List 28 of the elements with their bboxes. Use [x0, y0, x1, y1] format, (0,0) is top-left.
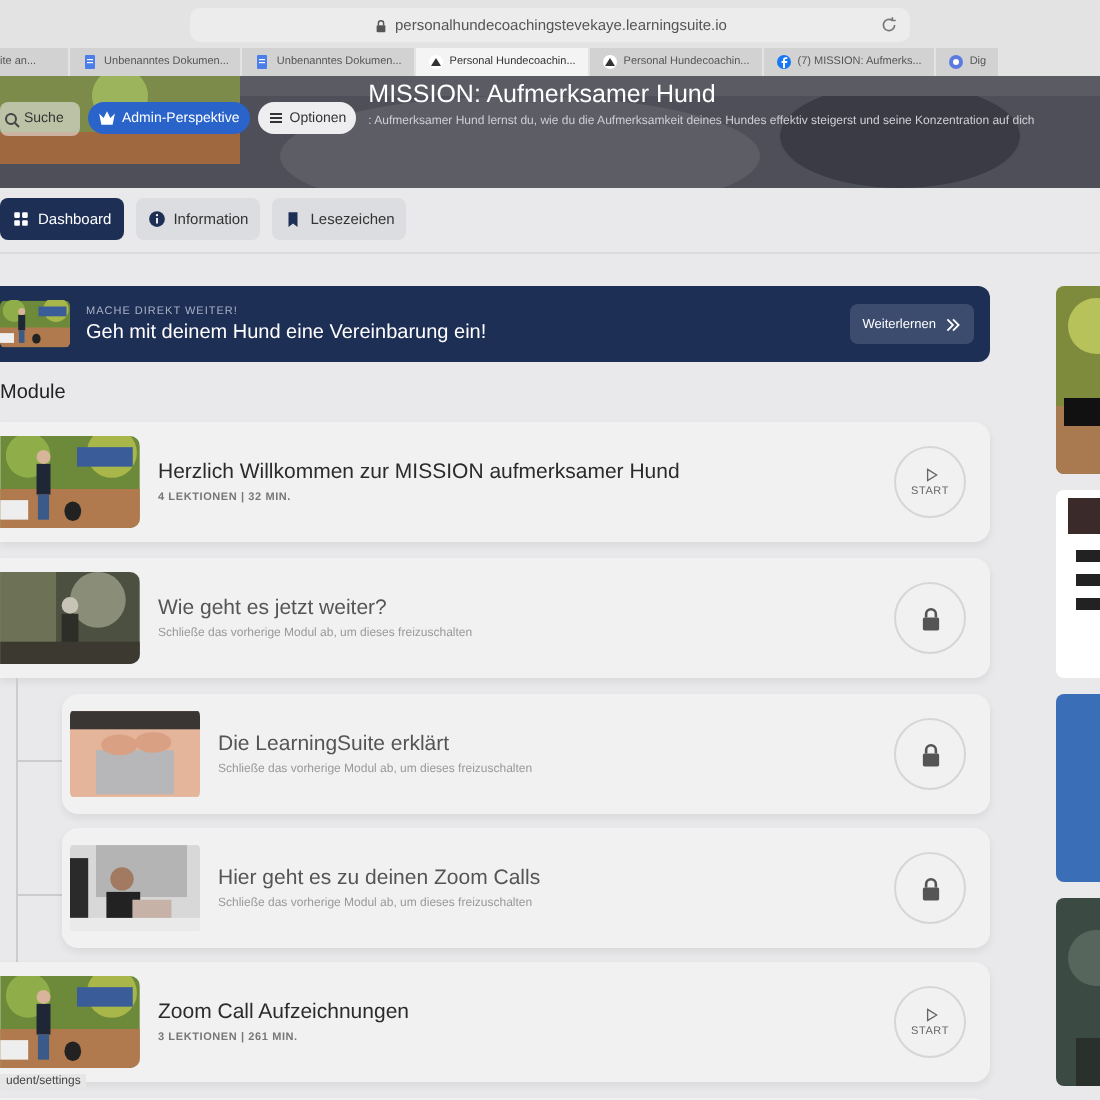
- mountain-icon: [427, 54, 444, 70]
- reload-icon[interactable]: [880, 16, 898, 34]
- facebook-icon: [775, 54, 792, 70]
- double-chevron-icon: [944, 315, 962, 333]
- grid-icon: [12, 210, 30, 228]
- course-title: MISSION: Aufmerksamer Hund: [368, 80, 718, 108]
- play-icon: [921, 1006, 939, 1024]
- crown-icon: [98, 110, 116, 126]
- banner-title: Geh mit deinem Hund eine Vereinbarung ein!: [86, 321, 489, 343]
- lock-icon: [917, 875, 943, 901]
- circle-icon: [947, 54, 964, 70]
- list-icon: [267, 110, 284, 126]
- document-icon: [254, 54, 271, 70]
- section-heading: Module: [0, 382, 68, 404]
- module-title: Die LearningSuite erklärt: [218, 732, 452, 756]
- module-title: Hier geht es zu deinen Zoom Calls: [218, 866, 543, 890]
- info-icon: [147, 210, 166, 228]
- module-title: Herzlich Willkommen zur MISSION aufmerksamer Hund: [158, 460, 682, 484]
- lock-icon: [917, 605, 943, 631]
- play-icon: [921, 466, 939, 484]
- lock-icon: [917, 741, 943, 767]
- document-icon: [82, 54, 99, 70]
- mountain-icon: [601, 54, 618, 70]
- lock-icon: [373, 17, 388, 33]
- bookmark-icon: [284, 210, 303, 228]
- module-title: Wie geht es jetzt weiter?: [158, 596, 389, 620]
- search-icon: [4, 111, 20, 127]
- module-title: Zoom Call Aufzeichnungen: [158, 1000, 411, 1024]
